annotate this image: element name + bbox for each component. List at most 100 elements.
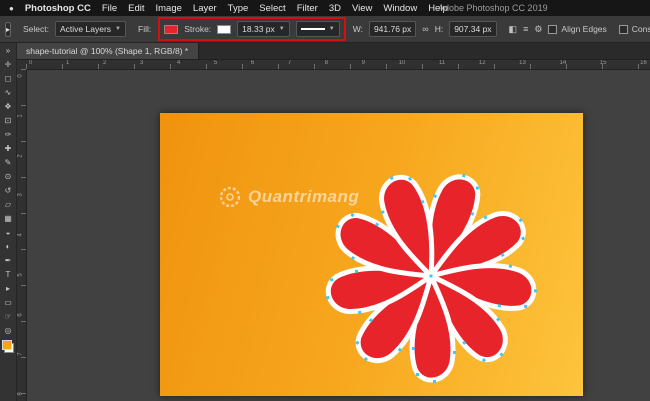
lasso-tool[interactable]: ∿ [1,85,15,99]
constrain-path-dragging-checkbox[interactable]: Constrain Path Dragging [619,24,650,34]
ruler-number: 1 [66,59,69,69]
path-anchor-point[interactable] [498,304,501,307]
move-tool[interactable]: ✛ [1,57,15,71]
vertical-ruler[interactable]: 012345678 [16,69,27,401]
zoom-tool[interactable]: ◎ [1,323,15,337]
menu-item-type[interactable]: Type [228,3,249,14]
gradient-tool[interactable]: ▦ [1,211,15,225]
apple-logo-icon[interactable]: ● [9,4,14,13]
ruler-number: 12 [479,59,486,69]
document-tab[interactable]: shape-tutorial @ 100% (Shape 1, RGB/8) * [16,42,199,59]
menu-bar: ● Photoshop CC File Edit Image Layer Type Sel… [0,0,650,16]
menu-item-layer[interactable]: Layer [193,3,217,14]
blur-tool[interactable]: ◒ [1,225,15,239]
foreground-color-swatch[interactable] [2,340,12,350]
ruler-number: 3 [140,59,143,69]
document-tab-bar: shape-tutorial @ 100% (Shape 1, RGB/8) * [16,42,650,60]
chevron-down-icon: ▼ [279,26,285,32]
canvas-viewport[interactable]: Quantrimang [26,69,650,401]
width-field[interactable]: 941.76 px [369,21,416,37]
constrain-path-dragging-label: Constrain Path Dragging [632,24,650,34]
color-swatches [2,340,14,353]
ruler-number: 11 [439,59,445,69]
stroke-width-dropdown[interactable]: 18.33 px ▼ [237,21,290,37]
menu-item-view[interactable]: View [352,3,372,14]
ruler-number: 4 [18,233,24,236]
toolbar-expand-icon[interactable]: » [1,43,15,57]
path-alignment-icon[interactable]: ≡ [523,24,528,34]
stroke-style-dropdown[interactable]: ▼ [296,21,340,37]
path-anchor-point[interactable] [433,380,436,383]
eyedropper-tool[interactable]: ✑ [1,127,15,141]
menu-item-edit[interactable]: Edit [128,3,144,14]
ruler-number: 6 [251,59,254,69]
stroke-options-highlight: Stroke: 18.33 px ▼ ▼ [158,17,345,41]
quick-selection-tool[interactable]: ❖ [1,99,15,113]
chevron-down-icon: ▼ [115,26,121,32]
path-anchor-point[interactable] [534,289,537,292]
history-brush-tool[interactable]: ↺ [1,183,15,197]
tools-panel: »✛◻∿❖⊡✑✚✎⊙↺▱▦◒◐✒T▸▭☞◎ [0,42,17,401]
path-selection-tool[interactable]: ▸ [1,281,15,295]
stroke-style-line-icon [301,28,325,30]
path-anchor-point[interactable] [330,278,333,281]
ruler-number: 3 [18,194,24,197]
window-title: Adobe Photoshop CC 2019 [438,0,548,16]
eraser-tool[interactable]: ▱ [1,197,15,211]
ruler-number: 8 [18,392,24,395]
path-anchor-point[interactable] [416,373,419,376]
path-anchor-point[interactable] [358,311,361,314]
app-menu[interactable]: Photoshop CC [25,3,91,14]
crop-tool[interactable]: ⊡ [1,113,15,127]
ruler-number: 7 [288,59,291,69]
pen-tool[interactable]: ✒ [1,253,15,267]
ruler-number: 15 [600,59,607,69]
menu-item-filter[interactable]: Filter [297,3,318,14]
align-edges-label: Align Edges [561,24,606,34]
shape-tool[interactable]: ▭ [1,295,15,309]
ruler-number: 2 [18,154,24,157]
horizontal-ruler[interactable]: 012345678910111213141516 [26,59,650,70]
brush-tool[interactable]: ✎ [1,155,15,169]
flower-shape[interactable] [321,166,541,386]
ruler-number: 1 [18,114,24,117]
ruler-number: 13 [519,59,526,69]
clone-stamp-tool[interactable]: ⊙ [1,169,15,183]
path-anchor-point[interactable] [509,264,512,267]
select-mode-dropdown[interactable]: Active Layers ▼ [55,21,126,37]
fill-color-swatch[interactable] [164,25,178,34]
menu-item-window[interactable]: Window [383,3,417,14]
checkbox-icon [548,25,557,34]
dodge-tool[interactable]: ◐ [1,239,15,253]
height-field[interactable]: 907.34 px [449,21,496,37]
marquee-tool[interactable]: ◻ [1,71,15,85]
path-anchor-point[interactable] [355,270,358,273]
hand-tool[interactable]: ☞ [1,309,15,323]
watermark-logo-icon [218,185,242,209]
path-anchor-point[interactable] [412,347,415,350]
checkbox-icon [619,25,628,34]
gear-icon[interactable]: ⚙ [534,24,542,35]
chevron-down-icon: ▼ [329,26,335,32]
menu-item-3d[interactable]: 3D [329,3,341,14]
path-anchor-point[interactable] [524,305,527,308]
healing-brush-tool[interactable]: ✚ [1,141,15,155]
type-tool[interactable]: T [1,267,15,281]
stroke-color-swatch[interactable] [217,25,231,34]
current-tool-icon[interactable]: ▸ [5,22,11,37]
path-center-anchor-point[interactable] [430,275,433,278]
menu-item-select[interactable]: Select [259,3,285,14]
align-edges-checkbox[interactable]: Align Edges [548,24,606,34]
stroke-width-value: 18.33 px [242,24,275,34]
path-operations-icon[interactable]: ◧ [509,24,518,35]
document-canvas[interactable]: Quantrimang [160,113,583,396]
menu-item-image[interactable]: Image [156,3,182,14]
ruler-number: 2 [103,59,106,69]
path-anchor-point[interactable] [453,351,456,354]
ruler-number: 14 [559,59,566,69]
link-dimensions-icon[interactable]: ∞ [422,24,428,34]
menu-item-file[interactable]: File [102,3,117,14]
path-anchor-point[interactable] [326,296,329,299]
ruler-number: 7 [18,353,24,356]
menu-items: File Edit Image Layer Type Select Filter 3D View… [102,3,448,14]
